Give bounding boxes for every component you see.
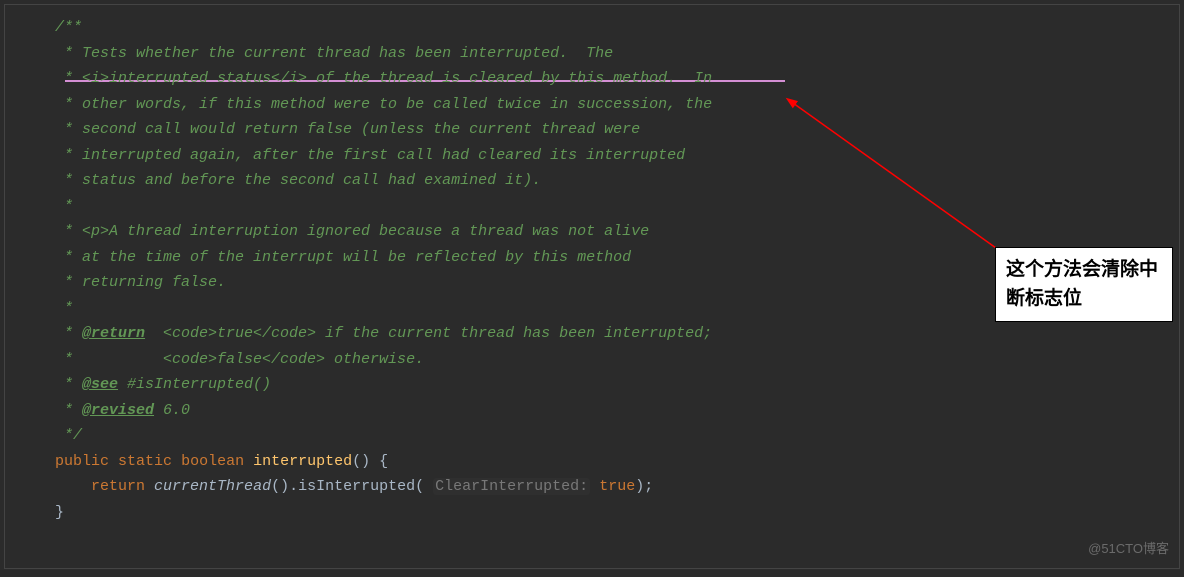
javadoc-revised-tag: @revised bbox=[82, 402, 154, 419]
method-name: interrupted bbox=[253, 453, 352, 470]
javadoc-line: * Tests whether the current thread has b… bbox=[19, 41, 1179, 67]
javadoc-line: * status and before the second call had … bbox=[19, 168, 1179, 194]
javadoc-line: * @return <code>true</code> if the curre… bbox=[19, 321, 1179, 347]
javadoc-line: * @revised 6.0 bbox=[19, 398, 1179, 424]
code-editor[interactable]: /** * Tests whether the current thread h… bbox=[4, 4, 1180, 569]
javadoc-line: * <p>A thread interruption ignored becau… bbox=[19, 219, 1179, 245]
javadoc-line: * other words, if this method were to be… bbox=[19, 92, 1179, 118]
javadoc-line: * bbox=[19, 194, 1179, 220]
javadoc-line: */ bbox=[19, 423, 1179, 449]
parameter-hint: ClearInterrupted: bbox=[433, 478, 590, 495]
closing-brace: } bbox=[19, 500, 1179, 526]
watermark: @51CTO博客 bbox=[1088, 538, 1169, 560]
annotation-callout: 这个方法会清除中断标志位 bbox=[995, 247, 1173, 322]
javadoc-line: * <code>false</code> otherwise. bbox=[19, 347, 1179, 373]
annotation-text: 这个方法会清除中断标志位 bbox=[1006, 259, 1158, 309]
javadoc-line: * <i>interrupted status</i> of the threa… bbox=[19, 66, 1179, 92]
return-statement: return currentThread().isInterrupted( Cl… bbox=[19, 474, 1179, 500]
javadoc-line: * interrupted again, after the first cal… bbox=[19, 143, 1179, 169]
javadoc-line: * second call would return false (unless… bbox=[19, 117, 1179, 143]
javadoc-line: * @see #isInterrupted() bbox=[19, 372, 1179, 398]
javadoc-return-tag: @return bbox=[82, 325, 145, 342]
method-signature: public static boolean interrupted() { bbox=[19, 449, 1179, 475]
javadoc-see-tag: @see bbox=[82, 376, 118, 393]
javadoc-line: /** bbox=[19, 15, 1179, 41]
